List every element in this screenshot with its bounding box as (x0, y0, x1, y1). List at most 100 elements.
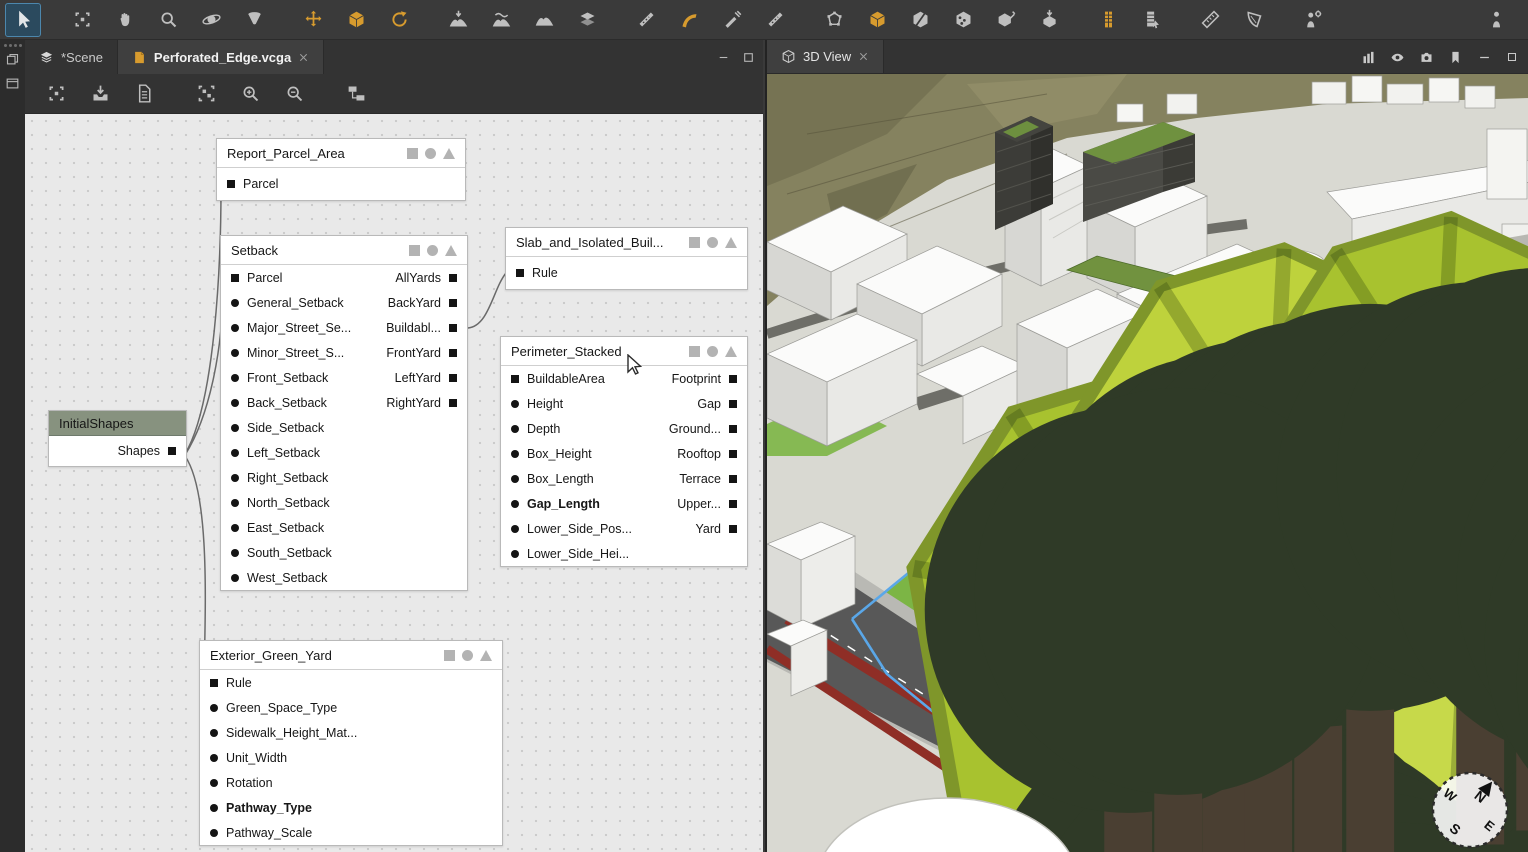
panel-grip-handle[interactable] (0, 40, 25, 47)
input-port[interactable] (511, 400, 519, 408)
input-port[interactable] (231, 374, 239, 382)
open-report-icon[interactable] (127, 78, 161, 110)
graph-canvas[interactable]: Report_Parcel_Area Parcel Setback (25, 114, 763, 852)
shape-extrude-tool-icon[interactable] (860, 4, 894, 36)
input-port[interactable] (231, 549, 239, 557)
panel-maximize-icon[interactable] (742, 51, 755, 64)
input-port[interactable] (210, 754, 218, 762)
input-port[interactable] (511, 450, 519, 458)
output-port[interactable] (449, 399, 457, 407)
input-port[interactable] (511, 500, 519, 508)
select-shapes-icon[interactable] (39, 78, 73, 110)
output-port[interactable] (449, 374, 457, 382)
street-curve-tool-icon[interactable] (672, 4, 706, 36)
terrain-smooth-tool-icon[interactable] (484, 4, 518, 36)
output-port[interactable] (449, 274, 457, 282)
move-tool-icon[interactable] (296, 4, 330, 36)
zoom-tool-icon[interactable] (151, 4, 185, 36)
output-port[interactable] (729, 425, 737, 433)
look-around-tool-icon[interactable] (237, 4, 271, 36)
output-port[interactable] (449, 349, 457, 357)
visibility-icon[interactable] (1390, 50, 1405, 65)
input-port[interactable] (210, 829, 218, 837)
input-port[interactable] (231, 474, 239, 482)
panel-restore-icon[interactable] (0, 47, 25, 71)
input-port[interactable] (511, 525, 519, 533)
scale-tool-icon[interactable] (339, 4, 373, 36)
node-exterior-green-yard[interactable]: Exterior_Green_Yard Rule Green_Space_Typ… (199, 640, 503, 846)
terrain-raise-tool-icon[interactable] (441, 4, 475, 36)
terrain-sculpt-tool-icon[interactable] (527, 4, 561, 36)
shape-edit-tool-icon[interactable] (989, 4, 1023, 36)
input-port[interactable] (516, 269, 524, 277)
snapshot-camera-icon[interactable] (1419, 50, 1434, 65)
input-port[interactable] (231, 274, 239, 282)
input-port[interactable] (231, 424, 239, 432)
tab-scene[interactable]: *Scene (25, 40, 118, 74)
output-port[interactable] (729, 400, 737, 408)
bookmark-icon[interactable] (1448, 50, 1463, 65)
shape-split-tool-icon[interactable] (903, 4, 937, 36)
close-icon[interactable] (298, 52, 309, 63)
auto-layout-icon[interactable] (339, 78, 373, 110)
output-port[interactable] (729, 375, 737, 383)
output-port[interactable] (729, 475, 737, 483)
street-edit-tool-icon[interactable] (758, 4, 792, 36)
output-port[interactable] (729, 525, 737, 533)
shape-draw-tool-icon[interactable] (817, 4, 851, 36)
tab-3d-view[interactable]: 3D View (767, 40, 884, 73)
zoom-out-icon[interactable] (277, 78, 311, 110)
input-port[interactable] (231, 399, 239, 407)
input-port[interactable] (210, 704, 218, 712)
node-initial-shapes[interactable]: InitialShapes Shapes (48, 410, 187, 467)
pan-tool-icon[interactable] (108, 4, 142, 36)
rectangle-select-tool-icon[interactable] (65, 4, 99, 36)
panel-minimize-icon[interactable] (717, 51, 730, 64)
close-icon[interactable] (858, 51, 869, 62)
3d-viewport-scene[interactable]: N E S W (767, 74, 1528, 852)
input-port[interactable] (227, 180, 235, 188)
output-port[interactable] (729, 500, 737, 508)
panel-window-icon[interactable] (0, 71, 25, 95)
output-port[interactable] (729, 450, 737, 458)
rotate-tool-icon[interactable] (382, 4, 416, 36)
viewport-layers-icon[interactable] (1361, 50, 1376, 65)
street-freehand-tool-icon[interactable] (715, 4, 749, 36)
node-report-parcel-area[interactable]: Report_Parcel_Area Parcel (216, 138, 466, 201)
output-port[interactable] (449, 299, 457, 307)
input-port[interactable] (511, 425, 519, 433)
input-port[interactable] (210, 804, 218, 812)
street-create-tool-icon[interactable] (629, 4, 663, 36)
orbit-tool-icon[interactable] (194, 4, 228, 36)
zoom-in-icon[interactable] (233, 78, 267, 110)
measure-distance-tool-icon[interactable] (1193, 4, 1227, 36)
facade-select-tool-icon[interactable] (1134, 4, 1168, 36)
shape-detail-tool-icon[interactable] (946, 4, 980, 36)
panel-minimize-icon[interactable] (1477, 50, 1492, 65)
node-setback[interactable]: Setback ParcelAllYards General_SetbackBa… (220, 235, 468, 591)
generate-selected-icon[interactable] (83, 78, 117, 110)
shape-align-tool-icon[interactable] (1032, 4, 1066, 36)
frame-all-icon[interactable] (189, 78, 223, 110)
input-port[interactable] (231, 499, 239, 507)
input-port[interactable] (231, 349, 239, 357)
generate-models-tool-icon[interactable] (1295, 4, 1329, 36)
node-perimeter-stacked[interactable]: Perimeter_Stacked BuildableAreaFootprint… (500, 336, 748, 567)
node-slab-and-isolated[interactable]: Slab_and_Isolated_Buil... Rule (505, 227, 748, 290)
panel-maximize-icon[interactable] (1506, 51, 1518, 63)
input-port[interactable] (231, 574, 239, 582)
input-port[interactable] (231, 299, 239, 307)
facade-design-tool-icon[interactable] (1091, 4, 1125, 36)
select-tool-icon[interactable] (6, 4, 40, 36)
measure-area-tool-icon[interactable] (1236, 4, 1270, 36)
input-port[interactable] (511, 375, 519, 383)
tab-vcga-file[interactable]: Perforated_Edge.vcga (118, 40, 324, 74)
output-port[interactable] (168, 447, 176, 455)
input-port[interactable] (231, 524, 239, 532)
inspect-person-tool-icon[interactable] (1479, 4, 1513, 36)
input-port[interactable] (210, 779, 218, 787)
input-port[interactable] (231, 324, 239, 332)
input-port[interactable] (210, 679, 218, 687)
input-port[interactable] (210, 729, 218, 737)
input-port[interactable] (511, 475, 519, 483)
